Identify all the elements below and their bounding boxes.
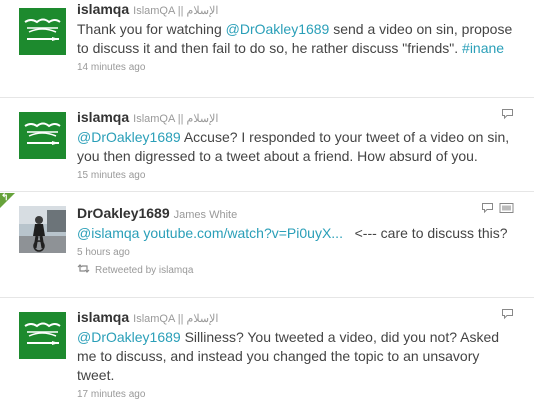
green-flag-avatar-icon[interactable] [19,112,66,159]
tweet-item: islamqa IslamQA || الإسلام @DrOakley1689 … [0,299,534,410]
tweet-header: islamqa IslamQA || الإسلام [77,109,520,127]
tweet-header: islamqa IslamQA || الإسلام [77,309,520,327]
youtube-link[interactable]: youtube.com/watch?v=Pi0uyX... [143,225,343,241]
timestamp[interactable]: 5 hours ago [77,247,520,258]
tweet-text: @islamqa youtube.com/watch?v=Pi0uyX... <… [77,224,520,243]
green-flag-avatar-icon[interactable] [19,8,66,55]
text-segment: <--- care to discuss this? [342,225,508,241]
full-name[interactable]: IslamQA || الإسلام [133,113,218,125]
tweet-text: @DrOakley1689 Silliness? You tweeted a v… [77,328,520,385]
tweet-text: Thank you for watching @DrOakley1689 sen… [77,20,520,58]
text-segment: Thank you for watching [77,21,226,37]
tweet-text: @DrOakley1689 Accuse? I responded to you… [77,128,520,166]
tweet-item: ↰ DrOakley1689 James White @islamqa youtu… [0,192,534,298]
hashtag-link[interactable]: #inane [462,40,504,56]
tweet-header: islamqa IslamQA || الإسلام [77,1,520,19]
screen-name[interactable]: islamqa [77,1,129,17]
full-name[interactable]: IslamQA || الإسلام [133,5,218,17]
timestamp[interactable]: 15 minutes ago [77,170,520,181]
screen-name[interactable]: islamqa [77,309,129,325]
mention-link[interactable]: @islamqa [77,225,139,241]
mention-link[interactable]: @DrOakley1689 [226,21,330,37]
retweet-icon [77,264,90,276]
mention-link[interactable]: @DrOakley1689 [77,129,181,145]
screen-name[interactable]: islamqa [77,109,129,125]
tweet-item: islamqa IslamQA || الإسلام @DrOakley1689 … [0,99,534,192]
cyclist-photo-avatar-icon[interactable] [19,206,66,253]
mention-link[interactable]: @DrOakley1689 [77,329,181,345]
tweet-header: DrOakley1689 James White [77,205,520,223]
full-name[interactable]: James White [174,209,238,221]
timestamp[interactable]: 17 minutes ago [77,389,520,400]
full-name[interactable]: IslamQA || الإسلام [133,313,218,325]
tweet-item: islamqa IslamQA || الإسلام Thank you for … [0,0,534,98]
timestamp[interactable]: 14 minutes ago [77,62,520,73]
retweet-corner-icon: ↰ [1,192,9,202]
screen-name[interactable]: DrOakley1689 [77,205,170,221]
green-flag-avatar-icon[interactable] [19,312,66,359]
retweeted-by-label[interactable]: Retweeted by islamqa [95,265,193,276]
retweeted-by: Retweeted by islamqa [77,264,520,276]
